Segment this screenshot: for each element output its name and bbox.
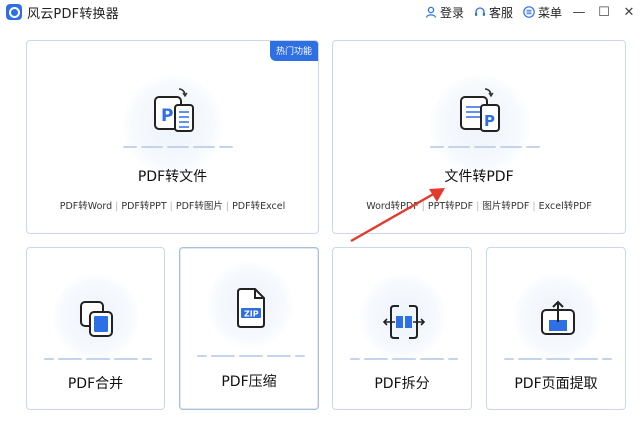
card-divider <box>430 146 540 148</box>
pdf-split-title: PDF拆分 <box>374 376 430 392</box>
merge-icon <box>80 301 113 337</box>
file-to-pdf-icon: P <box>460 88 500 132</box>
customer-service-button[interactable]: 客服 <box>474 4 513 21</box>
svg-text:P: P <box>161 106 173 126</box>
minimize-button[interactable]: — <box>571 5 587 20</box>
pdf-to-image-link[interactable]: PDF转图片 <box>176 201 223 212</box>
pdf-merge-title: PDF合并 <box>67 376 124 392</box>
pdf-page-extract-card[interactable]: PDF页面提取 <box>486 247 626 410</box>
pdf-page-extract-title: PDF页面提取 <box>514 376 598 392</box>
pdf-to-ppt-link[interactable]: PDF转PPT <box>121 201 166 212</box>
image-to-pdf-link[interactable]: 图片转PDF <box>482 201 529 212</box>
title-bar: 风云PDF转换器 登录 客服 菜单 — ☐ ✕ <box>0 0 643 24</box>
card-divider <box>197 355 305 357</box>
login-button[interactable]: 登录 <box>425 4 464 21</box>
app-logo-icon <box>6 4 22 20</box>
pdf-to-word-link[interactable]: PDF转Word <box>60 201 112 212</box>
pdf-merge-card[interactable]: PDF合并 <box>26 247 165 410</box>
user-icon <box>425 6 437 18</box>
pdf-split-card[interactable]: PDF拆分 <box>332 247 472 410</box>
card-divider <box>350 358 458 360</box>
menu-label: 菜单 <box>537 5 562 20</box>
pdf-to-excel-link[interactable]: PDF转Excel <box>232 201 285 212</box>
menu-button[interactable]: 菜单 <box>523 4 562 21</box>
pdf-to-file-card[interactable]: 热门功能 P PDF转文件 PDF转Word | PDF转PPT | PDF转图片 | PD… <box>26 40 319 234</box>
pdf-to-file-title: PDF转文件 <box>137 169 208 185</box>
titlebar-actions: 登录 客服 菜单 — ☐ ✕ <box>415 2 637 22</box>
card-divider <box>44 358 152 360</box>
maximize-button[interactable]: ☐ <box>596 5 612 20</box>
close-button[interactable]: ✕ <box>621 5 637 20</box>
card-divider <box>504 358 612 360</box>
pdf-to-file-icon: P <box>154 88 194 132</box>
menu-icon <box>523 6 535 18</box>
pdf-compress-card[interactable]: ZIP PDF压缩 <box>179 247 319 410</box>
headset-icon <box>474 7 485 16</box>
pdf-compress-title: PDF压缩 <box>221 374 277 390</box>
extract-icon <box>541 300 575 335</box>
card-divider <box>123 146 233 148</box>
login-label: 登录 <box>439 5 464 20</box>
pdf-to-file-links: PDF转Word | PDF转PPT | PDF转图片 | PDF转Excel <box>59 201 286 212</box>
excel-to-pdf-link[interactable]: Excel转PDF <box>539 201 592 212</box>
hot-feature-badge: 热门功能 <box>269 41 318 61</box>
annotation-arrow-icon <box>350 188 445 243</box>
app-title: 风云PDF转换器 <box>27 7 119 22</box>
zip-file-icon: ZIP <box>237 288 265 328</box>
split-icon <box>383 305 425 339</box>
service-label: 客服 <box>488 5 513 20</box>
zip-label: ZIP <box>244 310 259 319</box>
svg-text:P: P <box>484 112 495 130</box>
